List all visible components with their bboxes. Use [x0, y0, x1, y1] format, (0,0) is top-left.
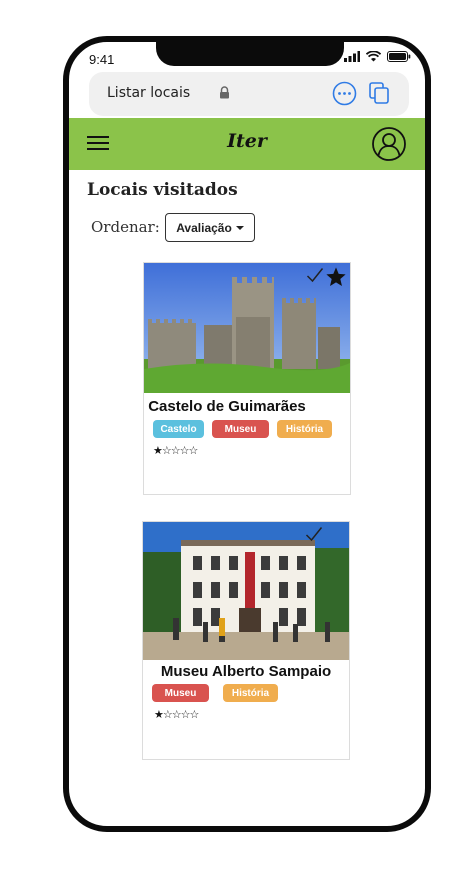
place-name: Castelo de Guimarães [148, 398, 306, 415]
app-header: Iter [69, 118, 425, 170]
phone-frame: 9:41 Listar locais Iter Locais visitados… [63, 36, 431, 832]
rating-stars: ★☆☆☆☆ [154, 708, 199, 721]
place-tags: Castelo Museu História [153, 420, 332, 438]
tag-museu: Museu [152, 684, 209, 702]
wifi-icon [366, 51, 381, 62]
tag-historia: História [277, 420, 332, 438]
visited-check-icon [305, 527, 323, 542]
tag-museu: Museu [212, 420, 269, 438]
place-tags: Museu História [152, 684, 278, 702]
profile-icon[interactable] [371, 126, 407, 162]
tabs-icon[interactable] [368, 81, 392, 105]
sort-label: Ordenar: [91, 218, 160, 236]
signal-icon [344, 51, 360, 62]
more-options-icon[interactable] [332, 81, 357, 106]
chevron-down-icon [235, 225, 244, 230]
place-name: Museu Alberto Sampaio [160, 663, 332, 680]
phone-notch [156, 42, 344, 66]
status-time: 9:41 [89, 52, 115, 67]
tag-castelo: Castelo [153, 420, 204, 438]
place-card[interactable]: Museu Alberto Sampaio Museu História ★☆☆… [142, 521, 350, 760]
page-title-in-address-bar: Listar locais [107, 85, 191, 101]
place-photo [143, 522, 349, 660]
battery-icon [387, 51, 411, 62]
visited-check-icon [306, 268, 324, 283]
status-icons [344, 51, 411, 62]
tag-historia: História [223, 684, 278, 702]
sort-dropdown[interactable]: Avaliação [165, 213, 255, 242]
place-card[interactable]: Castelo de Guimarães Castelo Museu Histó… [143, 262, 351, 495]
rating-stars: ★☆☆☆☆ [153, 444, 198, 457]
favorite-star-icon[interactable] [325, 266, 347, 288]
browser-address-bar[interactable]: Listar locais [89, 72, 409, 116]
lock-icon [220, 86, 229, 99]
sort-dropdown-value: Avaliação [176, 220, 232, 235]
page-title: Locais visitados [87, 180, 238, 200]
